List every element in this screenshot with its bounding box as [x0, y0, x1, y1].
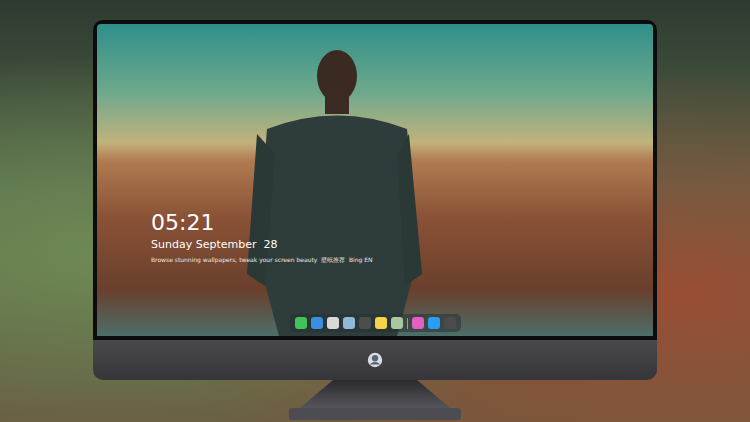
dock-separator — [407, 318, 408, 329]
dock-app-icon[interactable] — [428, 317, 440, 329]
monitor-chin — [93, 340, 657, 380]
dock-app-icon[interactable] — [343, 317, 355, 329]
clock-date: Sunday September 28 — [151, 238, 277, 252]
logo-icon — [366, 351, 384, 369]
wallpaper-photo — [97, 24, 653, 336]
dock-app-icon[interactable] — [327, 317, 339, 329]
monitor-bezel: 05:21 Sunday September 28 Browse stunnin… — [93, 20, 657, 340]
dock — [290, 314, 461, 332]
dock-app-icon[interactable] — [359, 317, 371, 329]
dock-app-icon[interactable] — [311, 317, 323, 329]
monitor-base — [289, 408, 461, 420]
person-icon — [97, 24, 653, 336]
desktop-background: 05:21 Sunday September 28 Browse stunnin… — [0, 0, 750, 422]
dock-app-icon[interactable] — [375, 317, 387, 329]
clock-time: 05:21 — [151, 210, 214, 235]
dock-app-icon[interactable] — [391, 317, 403, 329]
wallpaper-caption[interactable]: Browse stunning wallpapers, tweak your s… — [151, 256, 373, 264]
monitor-stand — [300, 380, 450, 408]
dock-app-icon[interactable] — [295, 317, 307, 329]
monitor: 05:21 Sunday September 28 Browse stunnin… — [93, 20, 657, 422]
dock-app-icon[interactable] — [412, 317, 424, 329]
dock-app-icon[interactable] — [444, 317, 456, 329]
lock-screen[interactable]: 05:21 Sunday September 28 Browse stunnin… — [97, 24, 653, 336]
lock-clock: 05:21 Sunday September 28 Browse stunnin… — [97, 24, 653, 264]
